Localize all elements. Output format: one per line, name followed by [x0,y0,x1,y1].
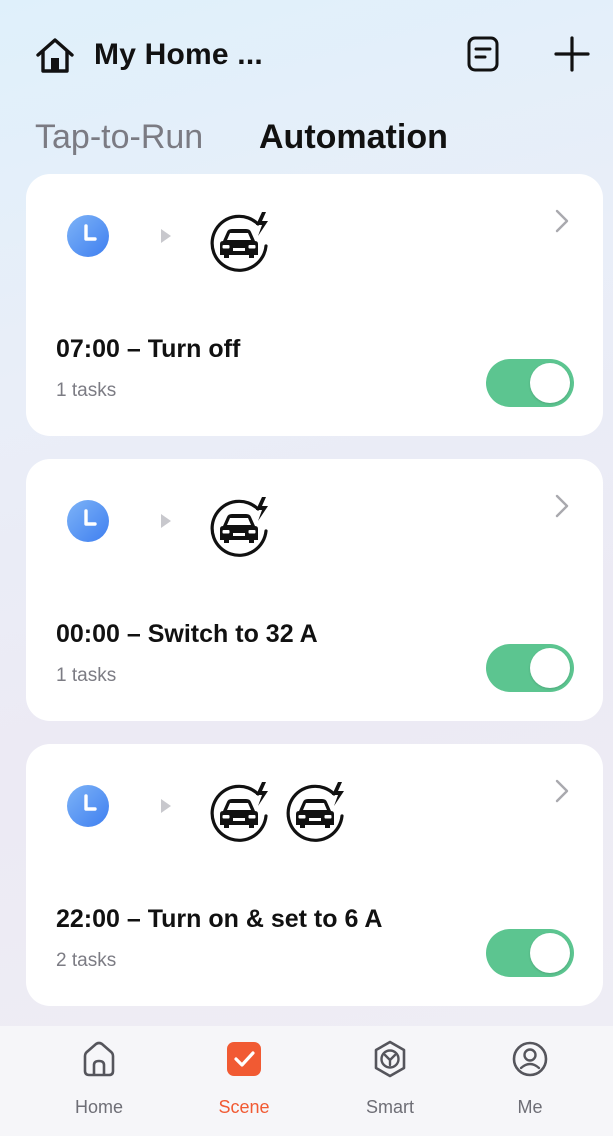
clock-icon [66,499,110,543]
nav-item-smart[interactable]: Smart [330,1026,450,1136]
clock-icon [66,784,110,828]
arrow-right-icon [159,227,173,245]
nav-item-scene[interactable]: Scene [184,1026,304,1136]
toggle-knob [530,363,570,403]
task-count: 1 tasks [56,665,117,686]
nav-label-home: Home [74,1097,123,1117]
task-count: 1 tasks [56,380,117,401]
automation-card[interactable]: 22:00 – Turn on & set to 6 A 2 tasks [26,744,603,1006]
tab-automation[interactable]: Automation [259,116,448,158]
notes-icon[interactable] [464,34,502,74]
automation-title: 07:00 – Turn off [56,335,241,363]
ev-charger-car-icon [282,778,348,844]
nav-label-smart: Smart [365,1097,414,1117]
automation-title: 00:00 – Switch to 32 A [56,620,318,648]
ev-charger-car-icon [206,208,272,274]
header: My Home ... Tap-to-Run Automation [0,0,613,170]
bottom-nav: Home Scene Smart Me [0,1026,613,1136]
chevron-right-icon[interactable] [554,493,570,519]
profile-icon [512,1041,548,1077]
automation-toggle[interactable] [486,929,574,977]
automation-toggle[interactable] [486,359,574,407]
arrow-right-icon [159,512,173,530]
automation-toggle[interactable] [486,644,574,692]
home-outline-icon [83,1041,115,1077]
toggle-knob [530,648,570,688]
automation-card[interactable]: 00:00 – Switch to 32 A 1 tasks [26,459,603,721]
nav-label-me: Me [517,1097,543,1117]
smart-icon [374,1040,406,1078]
nav-item-home[interactable]: Home [39,1026,159,1136]
clock-icon [66,214,110,258]
ev-charger-car-icon [206,778,272,844]
chevron-right-icon[interactable] [554,208,570,234]
chevron-right-icon[interactable] [554,778,570,804]
home-title[interactable]: My Home ... [94,36,263,74]
toggle-knob [530,933,570,973]
task-count: 2 tasks [56,950,117,971]
automation-title: 22:00 – Turn on & set to 6 A [56,905,383,933]
automation-card[interactable]: 07:00 – Turn off 1 tasks [26,174,603,436]
plus-icon[interactable] [552,34,592,74]
tab-tap-to-run[interactable]: Tap-to-Run [35,116,203,158]
nav-item-me[interactable]: Me [470,1026,590,1136]
arrow-right-icon [159,797,173,815]
ev-charger-car-icon [206,493,272,559]
home-icon[interactable] [35,36,75,74]
scene-checkbox-icon [227,1042,261,1076]
nav-label-scene: Scene [218,1097,270,1117]
